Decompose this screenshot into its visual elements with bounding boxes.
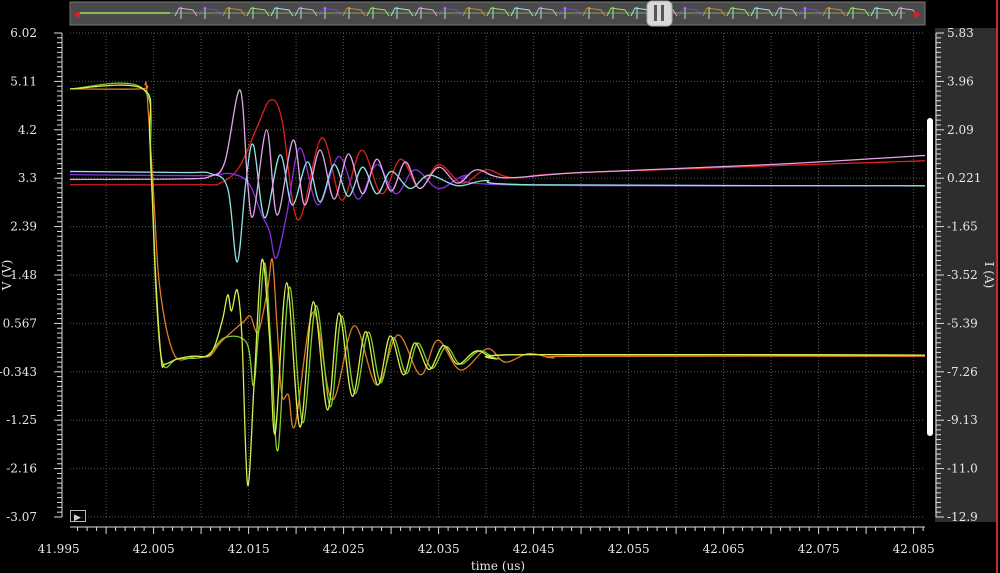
y-tick-label: 6.02 (10, 26, 37, 40)
y-tick-label: -3.07 (6, 510, 37, 524)
y2-tick-label: 3.96 (947, 74, 974, 88)
trace-cyan (69, 143, 926, 263)
grid (70, 32, 925, 518)
y2-tick-label: -12.9 (947, 510, 978, 524)
trace-orange (69, 81, 926, 429)
trace-pink (69, 89, 926, 218)
x-tick-label: 42.085 (893, 542, 935, 556)
y-tick-label: -1.25 (6, 413, 37, 427)
traces (69, 81, 926, 486)
y2-tick-label: 5.83 (947, 26, 974, 40)
y2-tick-label: -7.26 (947, 365, 978, 379)
y-axis-label: V (V) (0, 260, 14, 292)
trace-red (69, 99, 926, 221)
trace-green (69, 82, 926, 452)
trace-yellow (69, 84, 926, 486)
y2-tick-label: -11.0 (947, 462, 978, 476)
overview-scrollbar[interactable]: ◀ ▶ (69, 0, 926, 27)
x-axis-label: time (us) (471, 559, 525, 573)
x-tick-label: 42.065 (703, 542, 745, 556)
y-tick-label: 1.48 (10, 268, 37, 282)
y-tick-label: 4.2 (18, 123, 37, 137)
overview-right-arrow[interactable]: ▶ (914, 10, 921, 20)
x-tick-label: 42.055 (608, 542, 650, 556)
y2-tick-label: -5.39 (947, 316, 978, 330)
overview-thumb-grip (654, 5, 657, 21)
x-tick-label: 42.035 (418, 542, 460, 556)
overview-left-arrow[interactable]: ◀ (73, 10, 80, 20)
waveform-chart: ◀ ▶ 41.995 42.005 42.015 42.025 42.035 42.045… (0, 0, 998, 573)
vertical-scrollbar[interactable] (927, 118, 933, 436)
overview-thumb[interactable] (646, 0, 673, 27)
y-tick-label: 0.567 (3, 316, 37, 330)
y2-axis-label: I (A) (982, 262, 996, 289)
x-tick-label: 42.015 (228, 542, 270, 556)
y-tick-label: -0.343 (0, 365, 37, 379)
x-tick-label: 41.995 (38, 542, 80, 556)
y-tick-label: 5.11 (10, 74, 37, 88)
y2-tick-label: -1.65 (947, 220, 978, 234)
y2-tick-label: 0.221 (947, 171, 981, 185)
x-tick-label: 42.075 (798, 542, 840, 556)
y2-tick-label: -3.52 (947, 268, 978, 282)
x-tick-label: 42.005 (133, 542, 175, 556)
overview-thumb-grip (661, 5, 664, 21)
play-icon[interactable]: ▶ (74, 513, 81, 523)
y-tick-label: -2.16 (6, 462, 37, 476)
play-button[interactable]: ▶ (70, 510, 86, 524)
y2-tick-label: 2.09 (947, 123, 974, 137)
y2-tick-label: -9.13 (947, 413, 978, 427)
x-tick-label: 42.045 (513, 542, 555, 556)
x-tick-label: 42.025 (323, 542, 365, 556)
y-tick-label: 2.39 (10, 220, 37, 234)
y-tick-label: 3.3 (18, 171, 37, 185)
